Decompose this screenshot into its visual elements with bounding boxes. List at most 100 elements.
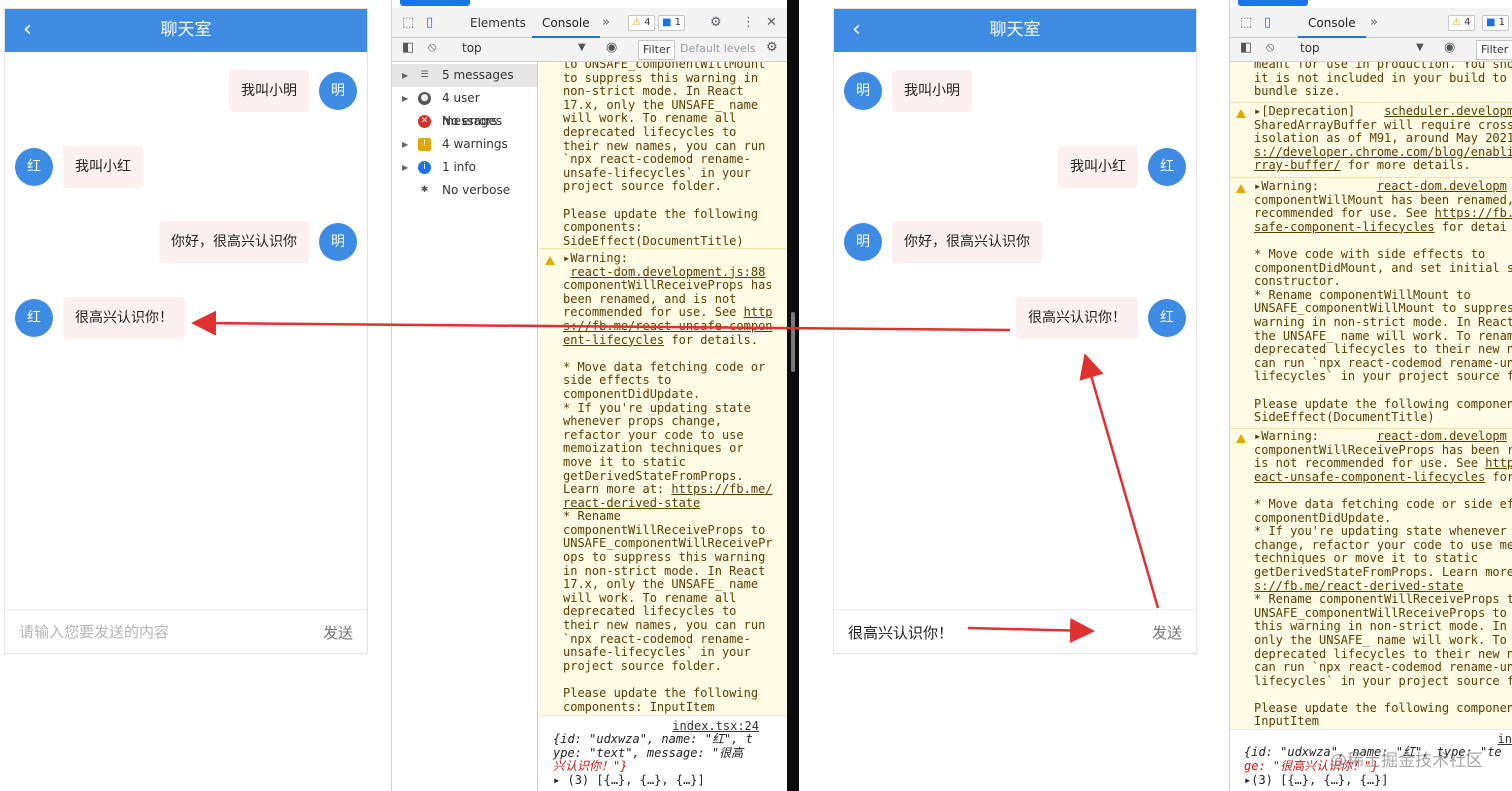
message-item: 我叫小红 红 (834, 142, 1196, 192)
array-line: (3) [{…}, {…}, {…}] (567, 773, 705, 787)
log-text: SharedArrayBuffer will require cross- is… (1254, 117, 1512, 146)
log-text: for detai * Move code with side effects … (1254, 219, 1512, 425)
warning-icon (1236, 109, 1246, 118)
close-icon[interactable]: ✕ (766, 8, 777, 38)
filter-input[interactable]: Filter (1476, 40, 1512, 60)
warning-icon (1236, 184, 1246, 193)
sidebar-toggle-icon[interactable]: ◧ (1240, 40, 1252, 55)
source-link[interactable]: react-dom.developm (1377, 179, 1507, 193)
send-button[interactable]: 发送 (1152, 622, 1182, 643)
message-item: 明 你好，很高兴认识你 (834, 217, 1196, 267)
message-item: 我叫小明 明 (5, 66, 367, 116)
source-link[interactable]: index.tsx:24 (672, 719, 759, 733)
warnings-count: 4 (644, 17, 651, 28)
warning-icon: ⚠ (1452, 17, 1461, 28)
message-bubble: 我叫小明 (892, 70, 972, 112)
source-link[interactable]: in (1498, 732, 1512, 746)
array-line: (3) [{…}, {…}, {…}] (1251, 773, 1389, 787)
kebab-menu-icon[interactable]: ⋮ (742, 8, 755, 38)
chat-window-right: ‹ 聊天室 明 我叫小明 我叫小红 红 明 你好，很高兴认识你 很高兴认识你！ … (833, 8, 1197, 654)
source-link[interactable]: scheduler.developme (1384, 104, 1512, 118)
context-select[interactable]: top (1300, 41, 1320, 59)
chat-title: 聊天室 (989, 20, 1041, 40)
clear-console-icon[interactable]: ⦸ (1266, 40, 1274, 55)
eye-icon[interactable]: ◉ (606, 40, 617, 55)
object-line: 兴认识你！"} (553, 759, 628, 774)
chevron-down-icon[interactable]: ▼ (1416, 42, 1424, 53)
eye-icon[interactable]: ◉ (1444, 40, 1455, 55)
source-link[interactable]: react-dom.developm (1377, 429, 1507, 443)
separator (1230, 177, 1512, 178)
console-settings-icon[interactable]: ⚙ (766, 40, 778, 55)
expand-icon: ▶ (402, 163, 409, 172)
console-output: meant for use in production. You shou it… (1230, 62, 1512, 791)
chevron-down-icon[interactable]: ▼ (578, 42, 586, 53)
tab-console[interactable]: Console (532, 8, 600, 38)
expand-arrow-icon: ▸ (553, 773, 561, 787)
watermark: @稀土掘金技术社区 (1330, 751, 1483, 771)
sidebar-item-label: 4 warnings (442, 137, 508, 151)
filter-input[interactable]: Filter (638, 40, 676, 60)
message-bubble: 你好，很高兴认识你 (892, 221, 1042, 263)
sidebar-item-errors[interactable]: ✕ No errors (392, 110, 537, 133)
doc-link[interactable]: s://fb.me/react-derived-state (1254, 579, 1464, 593)
user-icon: ● (418, 92, 431, 105)
deprecation-label: [Deprecation] (1261, 104, 1356, 118)
log-text: for more details. (1340, 158, 1471, 173)
messages-badge[interactable]: ■ 1 (1482, 15, 1510, 31)
messages-badge[interactable]: ■ 1 (658, 15, 686, 31)
console-log-entry: meant for use in production. You shou it… (1230, 62, 1512, 102)
tab-console[interactable]: Console (1298, 8, 1366, 38)
divider-grip[interactable] (791, 312, 795, 372)
send-button[interactable]: 发送 (323, 622, 353, 643)
log-text: for details. * Move data fetching code o… (563, 332, 766, 497)
sidebar-item-warnings[interactable]: ▶ ! 4 warnings (392, 133, 537, 156)
console-filterbar: ◧ ⦸ top ▼ ◉ Filter Default levels ⚙ (392, 38, 787, 62)
more-tabs-icon[interactable]: » (1370, 8, 1378, 38)
warnings-badge[interactable]: ⚠ 4 (1448, 15, 1475, 31)
object-line: {id: "udxwza", name: "红", t (553, 732, 753, 746)
message-item: 明 我叫小明 (834, 66, 1196, 116)
sidebar-item-info[interactable]: ▶ i 1 info (392, 156, 537, 179)
message-icon: ■ (662, 17, 672, 28)
log-message: to UNSAFE_componentWillMount to suppress… (563, 62, 766, 248)
clear-console-icon[interactable]: ⦸ (428, 40, 436, 55)
console-warning-entry: ▸Warning: react-dom.development.js:88 co… (539, 251, 787, 715)
avatar: 红 (15, 299, 53, 337)
info-icon: i (418, 161, 431, 174)
expand-icon: ▶ (402, 71, 409, 80)
source-link[interactable]: react-dom.development.js:88 (570, 265, 765, 279)
sidebar-item-messages[interactable]: ▶ ☰ 5 messages (392, 64, 537, 87)
more-tabs-icon[interactable]: » (602, 8, 610, 38)
message-bubble: 很高兴认识你！ (63, 297, 185, 339)
warning-label: Warning: (1261, 179, 1320, 193)
levels-dropdown[interactable]: Default levels (680, 40, 756, 60)
warnings-badge[interactable]: ⚠ 4 (628, 15, 655, 31)
context-select[interactable]: top (462, 41, 482, 59)
avatar: 明 (844, 223, 882, 261)
console-filterbar: ◧ ⦸ top ▼ ◉ Filter (1230, 38, 1512, 62)
message-input[interactable] (848, 620, 1128, 644)
separator (1230, 102, 1512, 103)
array-preview[interactable]: ▸(3) [{…}, {…}, {…}] (1244, 773, 1506, 788)
gear-icon[interactable]: ⚙ (710, 8, 722, 38)
array-preview[interactable]: ▸ (3) [{…}, {…}, {…}] (553, 773, 781, 788)
avatar: 明 (844, 72, 882, 110)
sidebar-item-verbose[interactable]: ✱ No verbose (392, 179, 537, 202)
sidebar-toggle-icon[interactable]: ◧ (402, 40, 414, 55)
sidebar-item-user-messages[interactable]: ▶ ● 4 user messages (392, 87, 537, 128)
console-warning-entry: ▸Warning: react-dom.developm componentWi… (1230, 179, 1512, 430)
log-text: for * Move data fetching code or side ef… (1254, 469, 1512, 579)
inspect-element-icon[interactable]: ⬚ (1240, 8, 1252, 38)
chat-window-left: ‹ 聊天室 我叫小明 明 红 我叫小红 你好，很高兴认识你 明 红 很高兴认识你… (4, 8, 368, 654)
device-toolbar-icon[interactable]: ▯ (426, 8, 433, 38)
inspect-element-icon[interactable]: ⬚ (402, 8, 414, 38)
log-message: ▸Warning: react-dom.developm componentWi… (1254, 179, 1512, 425)
device-toolbar-icon[interactable]: ▯ (1264, 8, 1271, 38)
chat-title: 聊天室 (160, 20, 212, 40)
message-input[interactable] (19, 620, 299, 644)
object-preview[interactable]: {id: "udxwza", name: "红", t ype: "text",… (553, 732, 781, 774)
tab-elements[interactable]: Elements (460, 8, 536, 38)
input-bar: 发送 (5, 609, 367, 653)
log-message: meant for use in production. You shou it… (1254, 62, 1512, 99)
